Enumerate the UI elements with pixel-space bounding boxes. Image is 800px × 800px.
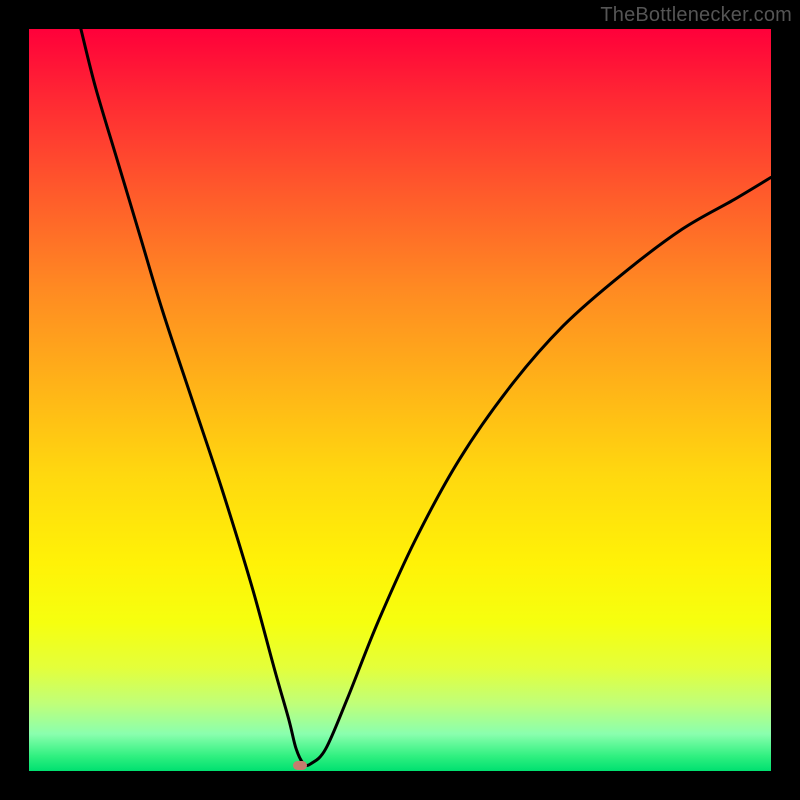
plot-area: [29, 29, 771, 771]
watermark-text: TheBottlenecker.com: [600, 4, 792, 27]
result-marker: [293, 761, 307, 770]
curve-svg: [29, 29, 771, 771]
chart-frame: TheBottlenecker.com: [0, 0, 800, 800]
curve-path: [81, 29, 771, 765]
